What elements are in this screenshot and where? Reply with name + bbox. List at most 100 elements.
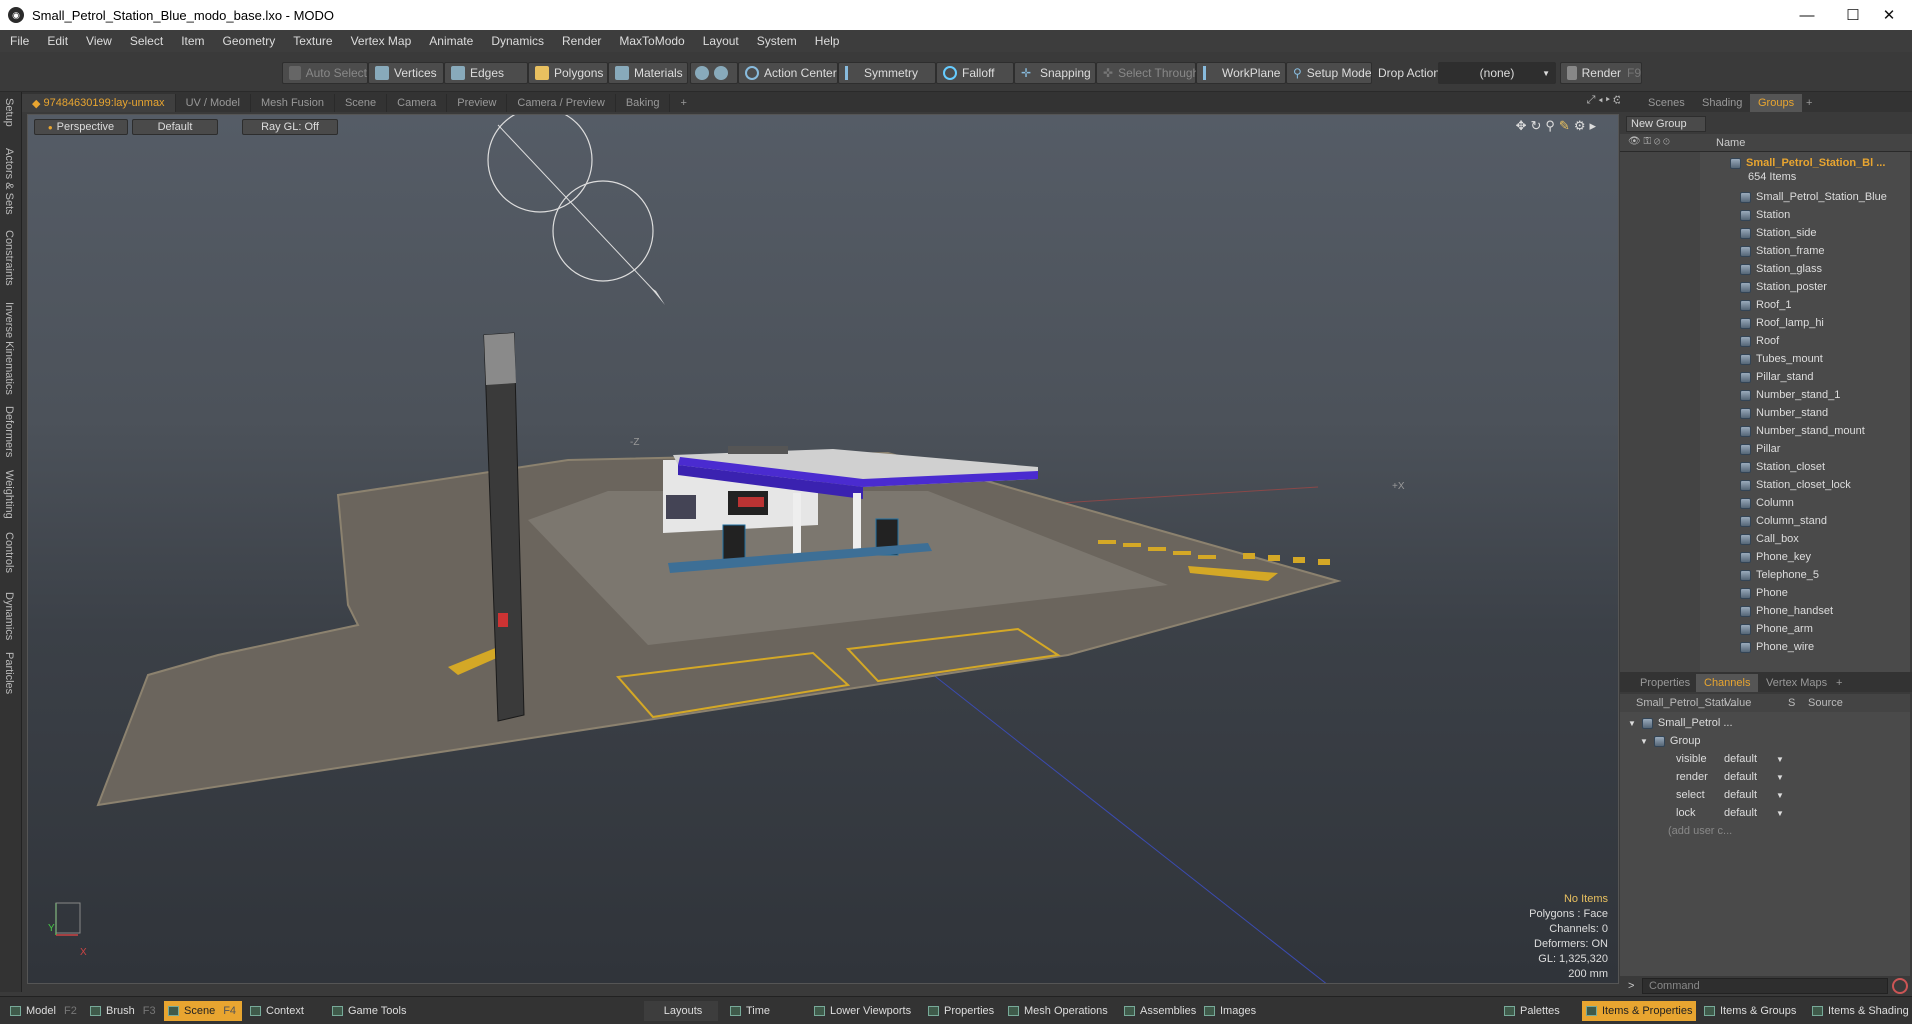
list-item[interactable]: Call_box [1620, 530, 1910, 548]
record-icon[interactable] [1892, 978, 1908, 994]
list-item[interactable]: Column [1620, 494, 1910, 512]
list-item[interactable]: Phone_wire [1620, 638, 1910, 656]
menu-animate[interactable]: Animate [420, 34, 482, 48]
menu-maxtomodo[interactable]: MaxToModo [610, 34, 693, 48]
menu-file[interactable]: File [0, 34, 38, 48]
tab-properties[interactable]: Properties [1632, 674, 1698, 692]
3d-viewport[interactable]: ●Perspective Default Ray GL: Off ✥↻⚲✎⚙▸ [27, 114, 1619, 984]
tab-particles[interactable]: Particles [3, 652, 15, 694]
menu-select[interactable]: Select [121, 34, 172, 48]
minimize-button[interactable]: — [1784, 0, 1830, 30]
time-button[interactable]: Time [726, 1001, 770, 1021]
channel-group[interactable]: ▼ Group [1620, 732, 1910, 750]
list-item[interactable]: Station_closet_lock [1620, 476, 1910, 494]
add-user-channel[interactable]: (add user c... [1620, 822, 1910, 840]
images-button[interactable]: Images [1200, 1001, 1256, 1021]
list-item[interactable]: Station_frame [1620, 242, 1910, 260]
polygons-button[interactable]: Polygons [528, 62, 608, 84]
tab-controls[interactable]: Controls [3, 532, 15, 573]
workplane-button[interactable]: WorkPlane [1196, 62, 1286, 84]
list-item[interactable]: Phone_key [1620, 548, 1910, 566]
items-shading-button[interactable]: Items & Shading [1808, 1001, 1909, 1021]
list-item[interactable]: Number_stand_mount [1620, 422, 1910, 440]
tab-uv-model[interactable]: UV / Model [176, 94, 251, 112]
tab-preview[interactable]: Preview [447, 94, 508, 112]
tab-baking[interactable]: Baking [616, 94, 671, 112]
list-item[interactable]: Station_closet [1620, 458, 1910, 476]
tab-channels[interactable]: Channels [1696, 674, 1759, 692]
snapping-button[interactable]: ✛ Snapping [1014, 62, 1096, 84]
list-item[interactable]: Pillar [1620, 440, 1910, 458]
channel-row-lock[interactable]: lock default ▼ [1620, 804, 1910, 822]
menu-render[interactable]: Render [553, 34, 610, 48]
channel-row-select[interactable]: select default ▼ [1620, 786, 1910, 804]
list-item[interactable]: Number_stand_1 [1620, 386, 1910, 404]
tab-actors-sets[interactable]: Actors & Sets [3, 148, 15, 215]
falloff-button[interactable]: Falloff [936, 62, 1014, 84]
setup-mode-button[interactable]: ⚲ Setup Mode [1286, 62, 1372, 84]
tab-layout[interactable]: ◆ 97484630199:lay-unmax [22, 94, 176, 112]
menu-dynamics[interactable]: Dynamics [482, 34, 553, 48]
lower-viewports-button[interactable]: Lower Viewports [810, 1001, 911, 1021]
list-item[interactable]: Station_side [1620, 224, 1910, 242]
tab-camera-preview[interactable]: Camera / Preview [507, 94, 616, 112]
add-tab-button[interactable]: + [670, 94, 696, 112]
list-item[interactable]: Tubes_mount [1620, 350, 1910, 368]
list-item[interactable]: Phone_arm [1620, 620, 1910, 638]
command-input[interactable]: Command [1642, 978, 1888, 994]
tab-dynamics[interactable]: Dynamics [3, 592, 15, 640]
snap-mode-buttons[interactable] [690, 62, 738, 84]
list-item[interactable]: Station_glass [1620, 260, 1910, 278]
menu-geometry[interactable]: Geometry [214, 34, 285, 48]
tab-constraints[interactable]: Constraints [3, 230, 15, 286]
list-item[interactable]: Station [1620, 206, 1910, 224]
list-item[interactable]: Column_stand [1620, 512, 1910, 530]
tab-shading[interactable]: Shading [1694, 94, 1750, 112]
add-panel-tab-button[interactable]: + [1798, 94, 1820, 112]
tab-weighting[interactable]: Weighting [3, 470, 15, 519]
new-group-button[interactable]: New Group [1626, 116, 1706, 132]
tab-setup[interactable]: Setup [3, 98, 15, 127]
items-groups-button[interactable]: Items & Groups [1700, 1001, 1796, 1021]
model-button[interactable]: Model F2 [6, 1001, 77, 1021]
list-item[interactable]: Station_poster [1620, 278, 1910, 296]
list-item[interactable]: Roof_1 [1620, 296, 1910, 314]
mesh-operations-button[interactable]: Mesh Operations [1004, 1001, 1108, 1021]
menu-item[interactable]: Item [172, 34, 213, 48]
list-item[interactable]: Small_Petrol_Station_Blue [1620, 188, 1910, 206]
context-button[interactable]: Context [246, 1001, 304, 1021]
tab-scene[interactable]: Scene [335, 94, 388, 112]
symmetry-button[interactable]: Symmetry [838, 62, 936, 84]
list-item[interactable]: Pillar_stand [1620, 368, 1910, 386]
game-tools-button[interactable]: Game Tools [328, 1001, 407, 1021]
tab-camera[interactable]: Camera [387, 94, 448, 112]
menu-edit[interactable]: Edit [38, 34, 77, 48]
tab-inverse-kinematics[interactable]: Inverse Kinematics [3, 302, 15, 395]
select-through-button[interactable]: ✜ Select Through [1096, 62, 1199, 84]
close-button[interactable]: ✕ [1866, 0, 1912, 30]
list-item[interactable]: Number_stand [1620, 404, 1910, 422]
menu-view[interactable]: View [77, 34, 121, 48]
tab-scenes[interactable]: Scenes [1640, 94, 1693, 112]
list-item[interactable]: Roof_lamp_hi [1620, 314, 1910, 332]
items-properties-button[interactable]: Items & Properties [1582, 1001, 1696, 1021]
menu-help[interactable]: Help [806, 34, 849, 48]
assemblies-button[interactable]: Assemblies [1120, 1001, 1196, 1021]
viewport-layout-icons[interactable]: ⤢ ◂ ▸ ⚙ [1587, 94, 1622, 107]
chevron-down-icon[interactable]: ▼ [1776, 773, 1784, 782]
tab-vertex-maps[interactable]: Vertex Maps [1758, 674, 1835, 692]
add-channels-tab-button[interactable]: + [1828, 674, 1850, 692]
brush-button[interactable]: Brush F3 [86, 1001, 156, 1021]
menu-texture[interactable]: Texture [284, 34, 341, 48]
menu-vertex-map[interactable]: Vertex Map [342, 34, 421, 48]
list-item[interactable]: Phone [1620, 584, 1910, 602]
scene-button[interactable]: Scene F4 [164, 1001, 242, 1021]
action-center-button[interactable]: Action Center [738, 62, 838, 84]
list-item[interactable]: Phone_handset [1620, 602, 1910, 620]
properties-button[interactable]: Properties [924, 1001, 994, 1021]
chevron-down-icon[interactable]: ▼ [1776, 791, 1784, 800]
tab-deformers[interactable]: Deformers [3, 406, 15, 457]
auto-select-button[interactable]: Auto Select [282, 62, 368, 84]
layouts-button[interactable]: Layouts [644, 1001, 718, 1021]
chevron-down-icon[interactable]: ▼ [1776, 755, 1784, 764]
